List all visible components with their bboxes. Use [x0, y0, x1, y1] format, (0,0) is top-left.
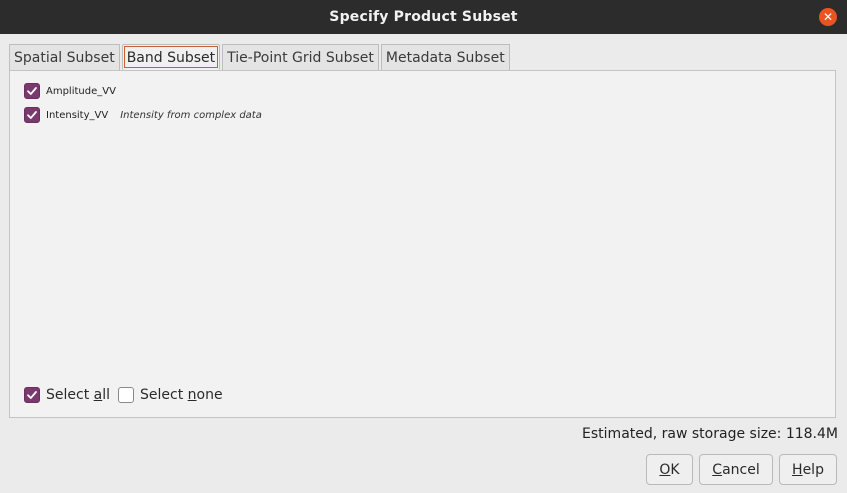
band-name: Amplitude_VV — [46, 85, 116, 97]
select-all-label: Select all — [46, 387, 111, 403]
checkmark-icon — [27, 111, 37, 119]
help-button[interactable]: Help — [779, 454, 837, 485]
close-icon: ✕ — [822, 10, 834, 24]
tab-bar: Spatial Subset Band Subset Tie-Point Gri… — [9, 44, 512, 71]
estimated-storage-size: Estimated, raw storage size: 118.4M — [582, 426, 838, 442]
band-description: Intensity from complex data — [120, 109, 262, 121]
band-row-amplitude-vv: Amplitude_VV — [24, 83, 116, 99]
cancel-button-label: Cancel — [712, 461, 760, 478]
select-none-label: Select none — [140, 387, 223, 403]
band-name: Intensity_VV — [46, 109, 109, 121]
checkmark-icon — [27, 87, 37, 95]
ok-button-label: OK — [659, 461, 680, 478]
band-checkbox-intensity-vv[interactable] — [24, 107, 40, 123]
checkmark-icon — [27, 391, 37, 399]
band-row-intensity-vv: Intensity_VV Intensity from complex data — [24, 107, 262, 123]
tab-band-subset[interactable]: Band Subset — [121, 44, 221, 70]
tab-tie-point-grid-subset[interactable]: Tie-Point Grid Subset — [222, 44, 379, 70]
band-checkbox-amplitude-vv[interactable] — [24, 83, 40, 99]
selection-controls: Select all Select none — [24, 387, 231, 403]
title-bar: Specify Product Subset ✕ — [0, 0, 847, 34]
band-subset-panel: Amplitude_VV Intensity_VV Intensity from… — [9, 70, 836, 418]
ok-button[interactable]: OK — [646, 454, 693, 485]
tab-spatial-subset[interactable]: Spatial Subset — [9, 44, 120, 70]
window-title: Specify Product Subset — [329, 9, 518, 25]
select-none-checkbox[interactable]: Select none — [118, 387, 223, 403]
select-all-checkbox[interactable]: Select all — [24, 387, 110, 403]
select-all-box[interactable] — [24, 387, 40, 403]
help-button-label: Help — [792, 461, 824, 478]
tab-metadata-subset[interactable]: Metadata Subset — [380, 44, 510, 70]
cancel-button[interactable]: Cancel — [699, 454, 773, 485]
close-button[interactable]: ✕ — [819, 8, 837, 26]
select-none-box[interactable] — [118, 387, 135, 403]
